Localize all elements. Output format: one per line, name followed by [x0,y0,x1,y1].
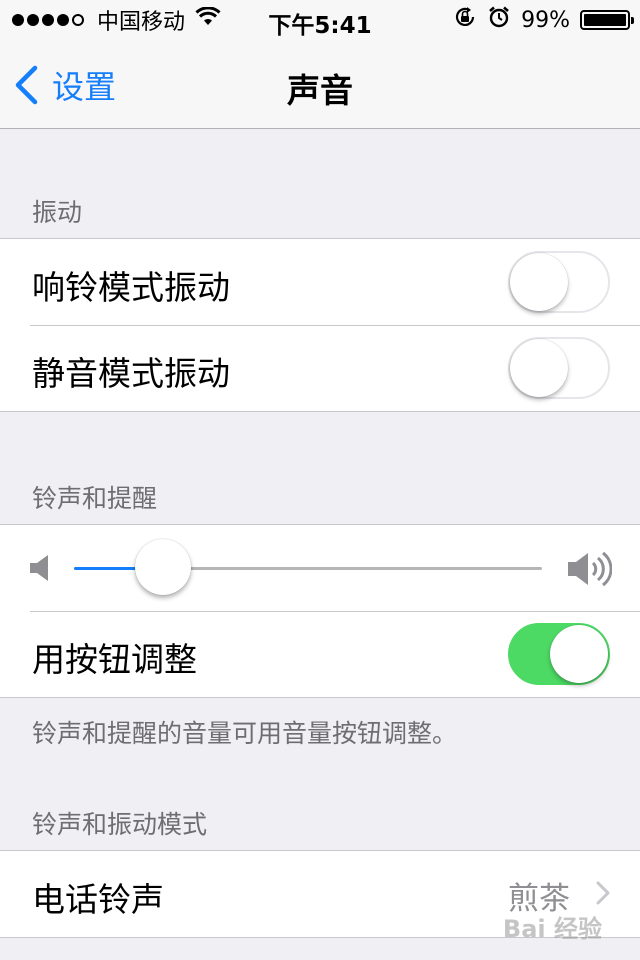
ringer-footnote: 铃声和提醒的音量可用音量按钮调整。 [32,719,458,748]
change-with-buttons-label: 用按钮调整 [32,640,197,679]
vibrate-group: 响铃模式振动 静音模式振动 [0,238,640,412]
speaker-high-icon [568,549,613,593]
battery-icon [580,10,634,30]
ring-vibrate-label: 响铃模式振动 [32,268,230,307]
silent-vibrate-row: 静音模式振动 [0,325,640,411]
status-bar: 中国移动 下午5:41 99% [0,0,640,40]
navigation-bar: 设置 声音 [0,40,640,129]
status-right: 99% [443,5,634,35]
section-header-vibrate: 振动 [32,198,83,227]
volume-slider-row [0,525,640,611]
volume-slider-thumb[interactable] [134,539,191,595]
alarm-icon [487,5,511,35]
toggle-knob [510,339,568,397]
ringer-group: 用按钮调整 [0,524,640,698]
change-with-buttons-row: 用按钮调整 [0,611,640,697]
silent-vibrate-toggle[interactable] [508,337,610,399]
change-with-buttons-toggle[interactable] [508,623,610,685]
silent-vibrate-label: 静音模式振动 [32,354,230,393]
watermark-logo: Bai 经验 [502,915,602,943]
toggle-knob [510,253,568,311]
section-header-patterns: 铃声和振动模式 [32,810,208,839]
rotation-lock-icon [453,5,477,35]
ringtone-label: 电话铃声 [32,880,164,919]
page-title: 声音 [287,71,353,110]
ring-vibrate-toggle[interactable] [508,251,610,313]
section-header-ringer: 铃声和提醒 [32,484,158,513]
ring-vibrate-row: 响铃模式振动 [0,239,640,325]
battery-percent: 99% [521,7,570,33]
speaker-low-icon [30,555,52,585]
toggle-knob [550,625,608,683]
chevron-right-icon [596,881,610,909]
